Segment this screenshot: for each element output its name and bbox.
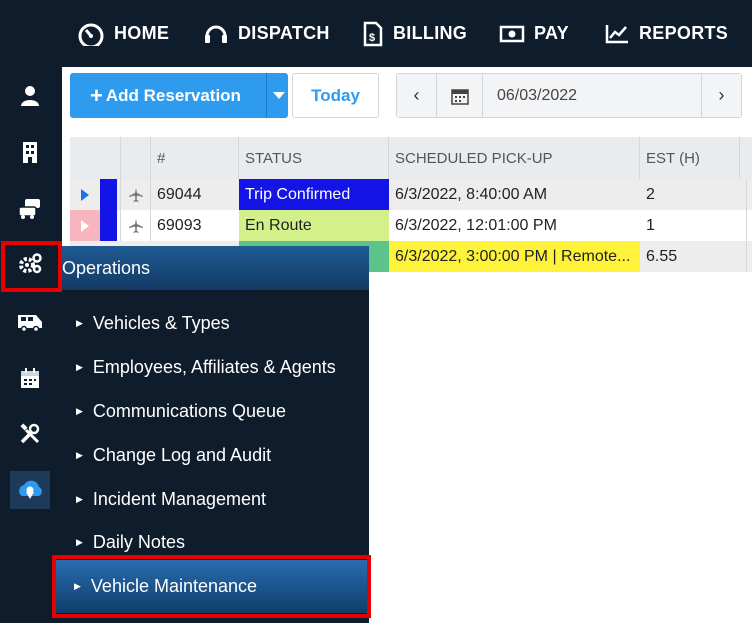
caret-right-icon: ▶ xyxy=(76,361,83,372)
nav-dispatch[interactable]: DISPATCH xyxy=(203,0,330,67)
plus-icon: + xyxy=(90,82,103,108)
date-input[interactable]: 06/03/2022 xyxy=(483,74,701,117)
next-day-button[interactable]: › xyxy=(701,74,741,117)
svg-text:$: $ xyxy=(369,32,375,44)
nav-home[interactable]: HOME xyxy=(77,0,169,67)
airplane-icon xyxy=(121,210,151,241)
shuttle-bus-icon[interactable] xyxy=(10,303,50,341)
dashboard-gauge-icon xyxy=(78,23,104,46)
status-cell: Trip Confirmed xyxy=(239,179,389,210)
previous-day-button[interactable]: ‹ xyxy=(397,74,437,117)
operations-menu-title: Operations xyxy=(62,246,369,290)
add-reservation-button[interactable]: + Add Reservation xyxy=(70,73,288,118)
truncated-cell xyxy=(746,179,752,210)
calendar-icon xyxy=(450,88,469,105)
truncated-cell xyxy=(746,210,752,241)
highlight-box-gears xyxy=(1,241,62,292)
table-row[interactable]: 69093 En Route 6/3/2022, 12:01:00 PM 1 xyxy=(70,210,752,241)
calendar-icon[interactable] xyxy=(10,359,50,397)
truncated-cell xyxy=(746,241,752,272)
building-icon[interactable] xyxy=(10,133,50,171)
headset-icon xyxy=(205,25,227,43)
menu-item-label: Incident Management xyxy=(92,488,267,509)
nav-billing-label: BILLING xyxy=(393,23,468,43)
cloud-location-icon[interactable] xyxy=(10,471,50,509)
side-rail xyxy=(0,67,62,623)
caret-right-icon: ▶ xyxy=(76,405,83,416)
column-header-est[interactable]: EST (H) xyxy=(640,137,740,179)
pickup-cell: 6/3/2022, 3:00:00 PM | Remote... xyxy=(389,241,640,272)
menu-item-vehicles-types[interactable]: ▶ Vehicles & Types xyxy=(76,308,366,338)
menu-item-daily-notes[interactable]: ▶ Daily Notes xyxy=(76,527,366,557)
header-spacer xyxy=(121,137,151,179)
expand-arrow-icon[interactable] xyxy=(70,179,100,210)
est-hours-cell: 6.55 xyxy=(646,247,678,265)
add-reservation-label: Add Reservation xyxy=(105,85,241,105)
column-header-truncated xyxy=(740,137,752,179)
column-header-status[interactable]: STATUS xyxy=(239,137,389,179)
airplane-icon xyxy=(121,179,151,210)
menu-item-communications-queue[interactable]: ▶ Communications Queue xyxy=(76,396,366,426)
nav-reports-label: REPORTS xyxy=(639,23,729,43)
split-divider xyxy=(266,73,267,118)
user-icon[interactable] xyxy=(10,77,50,115)
status-color-marker xyxy=(100,210,117,241)
nav-home-label: HOME xyxy=(114,23,170,43)
est-hours-cell: 1 xyxy=(646,216,655,234)
table-row[interactable]: 69044 Trip Confirmed 6/3/2022, 8:40:00 A… xyxy=(70,179,752,210)
tools-icon[interactable] xyxy=(10,415,50,453)
today-button[interactable]: Today xyxy=(292,73,379,118)
invoice-icon: $ xyxy=(363,21,383,46)
line-chart-icon xyxy=(605,24,628,43)
status-color-marker xyxy=(100,179,117,210)
date-navigator: ‹ 06/03/2022 › xyxy=(396,73,742,118)
menu-item-label: Daily Notes xyxy=(92,531,185,552)
menu-item-label: Change Log and Audit xyxy=(92,444,272,465)
column-header-pickup[interactable]: SCHEDULED PICK-UP xyxy=(389,137,640,179)
status-cell: En Route xyxy=(239,210,389,241)
pickup-cell: 6/3/2022, 12:01:00 PM xyxy=(395,216,557,234)
nav-pay[interactable]: PAY xyxy=(499,0,569,67)
grid-header-row: # STATUS SCHEDULED PICK-UP EST (H) xyxy=(70,137,752,179)
nav-dispatch-label: DISPATCH xyxy=(238,23,330,43)
column-header-number[interactable]: # xyxy=(151,137,239,179)
cash-icon xyxy=(499,25,525,42)
highlight-box-vehicle-maintenance xyxy=(52,555,371,618)
chevron-down-icon[interactable] xyxy=(273,92,285,99)
reservation-toolbar: + Add Reservation Today ‹ 06/03/2022 › xyxy=(62,67,752,131)
nav-reports[interactable]: REPORTS xyxy=(604,0,728,67)
menu-item-employees-affiliates-agents[interactable]: ▶ Employees, Affiliates & Agents xyxy=(76,352,366,382)
app-root: HOME DISPATCH $ BILLING PAY REPORTS + Ad… xyxy=(0,0,752,623)
top-nav: HOME DISPATCH $ BILLING PAY REPORTS xyxy=(0,0,752,67)
est-hours-cell: 2 xyxy=(646,185,655,203)
reservation-number: 69093 xyxy=(157,216,202,234)
menu-item-change-log-audit[interactable]: ▶ Change Log and Audit xyxy=(76,440,366,470)
caret-right-icon: ▶ xyxy=(76,536,83,547)
calendar-picker-button[interactable] xyxy=(437,74,483,117)
caret-right-icon: ▶ xyxy=(76,317,83,328)
header-spacer xyxy=(70,137,121,179)
menu-item-label: Employees, Affiliates & Agents xyxy=(92,356,336,377)
menu-item-label: Vehicles & Types xyxy=(92,312,230,333)
menu-item-incident-management[interactable]: ▶ Incident Management xyxy=(76,484,366,514)
cars-icon[interactable] xyxy=(10,189,50,227)
reservation-number: 69044 xyxy=(157,185,202,203)
caret-right-icon: ▶ xyxy=(76,449,83,460)
pickup-cell: 6/3/2022, 8:40:00 AM xyxy=(395,185,548,203)
nav-billing[interactable]: $ BILLING xyxy=(362,0,467,67)
nav-pay-label: PAY xyxy=(534,23,569,43)
caret-right-icon: ▶ xyxy=(76,493,83,504)
menu-item-label: Communications Queue xyxy=(92,400,287,421)
expand-arrow-icon[interactable] xyxy=(70,210,100,241)
